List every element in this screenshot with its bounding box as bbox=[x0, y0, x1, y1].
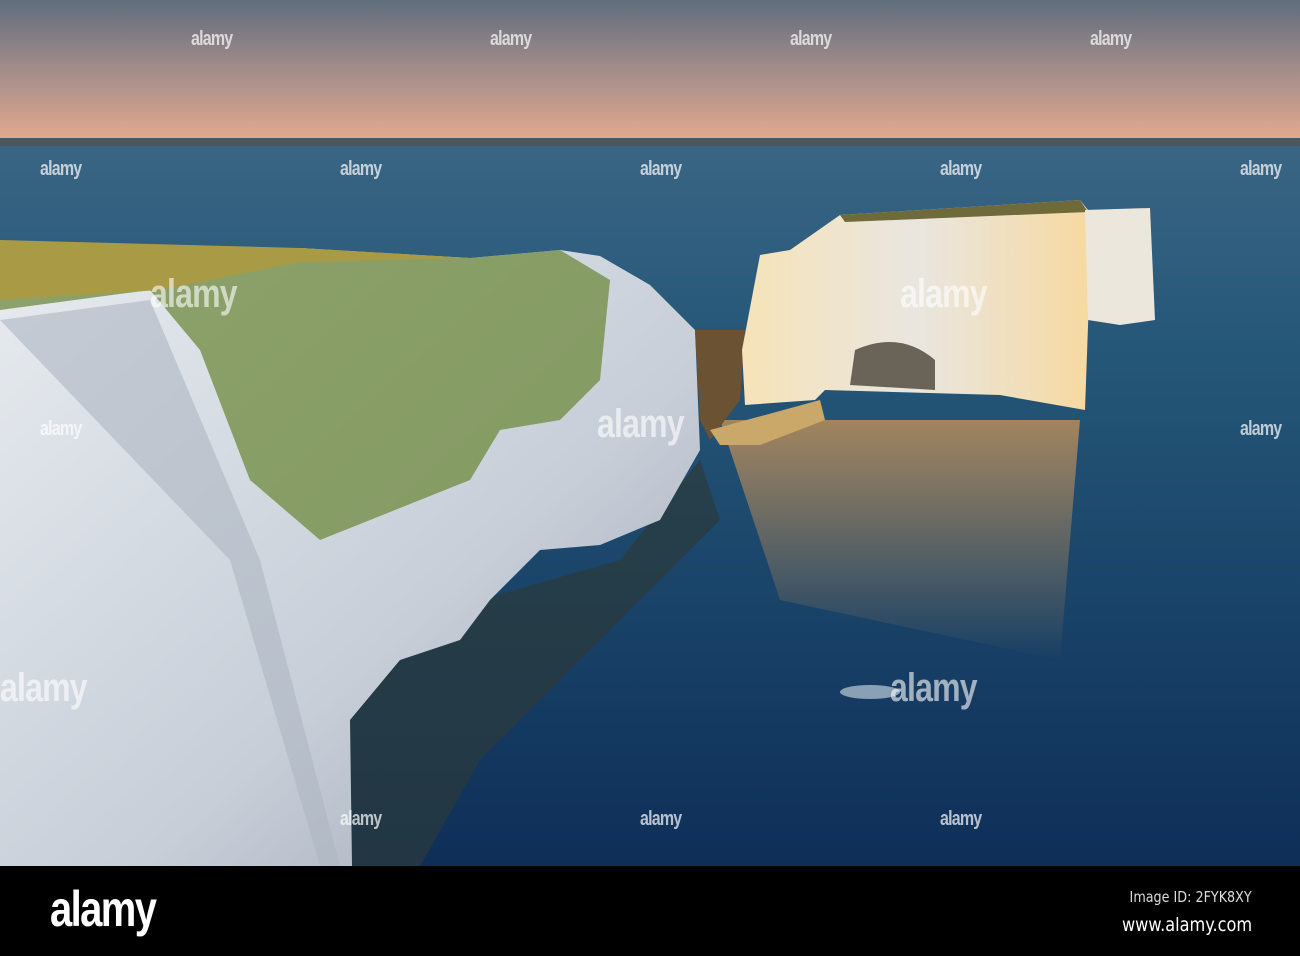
footer-bar: alamy Image ID: 2FYK8XY www.alamy.com bbox=[0, 866, 1300, 956]
watermark: alamy bbox=[900, 272, 988, 316]
sky bbox=[0, 0, 1300, 146]
watermark: alamy bbox=[1240, 418, 1282, 440]
watermark: alamy bbox=[890, 666, 978, 710]
watermark: alamy bbox=[191, 28, 233, 50]
alamy-logo: alamy bbox=[50, 881, 157, 937]
watermark: alamy bbox=[1090, 28, 1132, 50]
watermark: alamy bbox=[940, 158, 982, 180]
watermark: alamy bbox=[40, 418, 82, 440]
watermark: alamy bbox=[597, 402, 685, 446]
image-id: Image ID: 2FYK8XY bbox=[1129, 888, 1252, 906]
watermark: alamy bbox=[1240, 158, 1282, 180]
watermark: alamy bbox=[640, 158, 682, 180]
watermark: alamy bbox=[640, 808, 682, 830]
watermark: alamy bbox=[150, 272, 238, 316]
distant-coastline bbox=[0, 138, 1300, 147]
sea-stack-small bbox=[1085, 208, 1155, 325]
watermark: alamy bbox=[940, 808, 982, 830]
watermark: alamy bbox=[40, 158, 82, 180]
watermark: alamy bbox=[0, 666, 88, 710]
watermark: alamy bbox=[340, 158, 382, 180]
watermark: alamy bbox=[490, 28, 532, 50]
watermark: alamy bbox=[340, 808, 382, 830]
watermark: alamy bbox=[790, 28, 832, 50]
site-url: www.alamy.com bbox=[1121, 914, 1252, 936]
